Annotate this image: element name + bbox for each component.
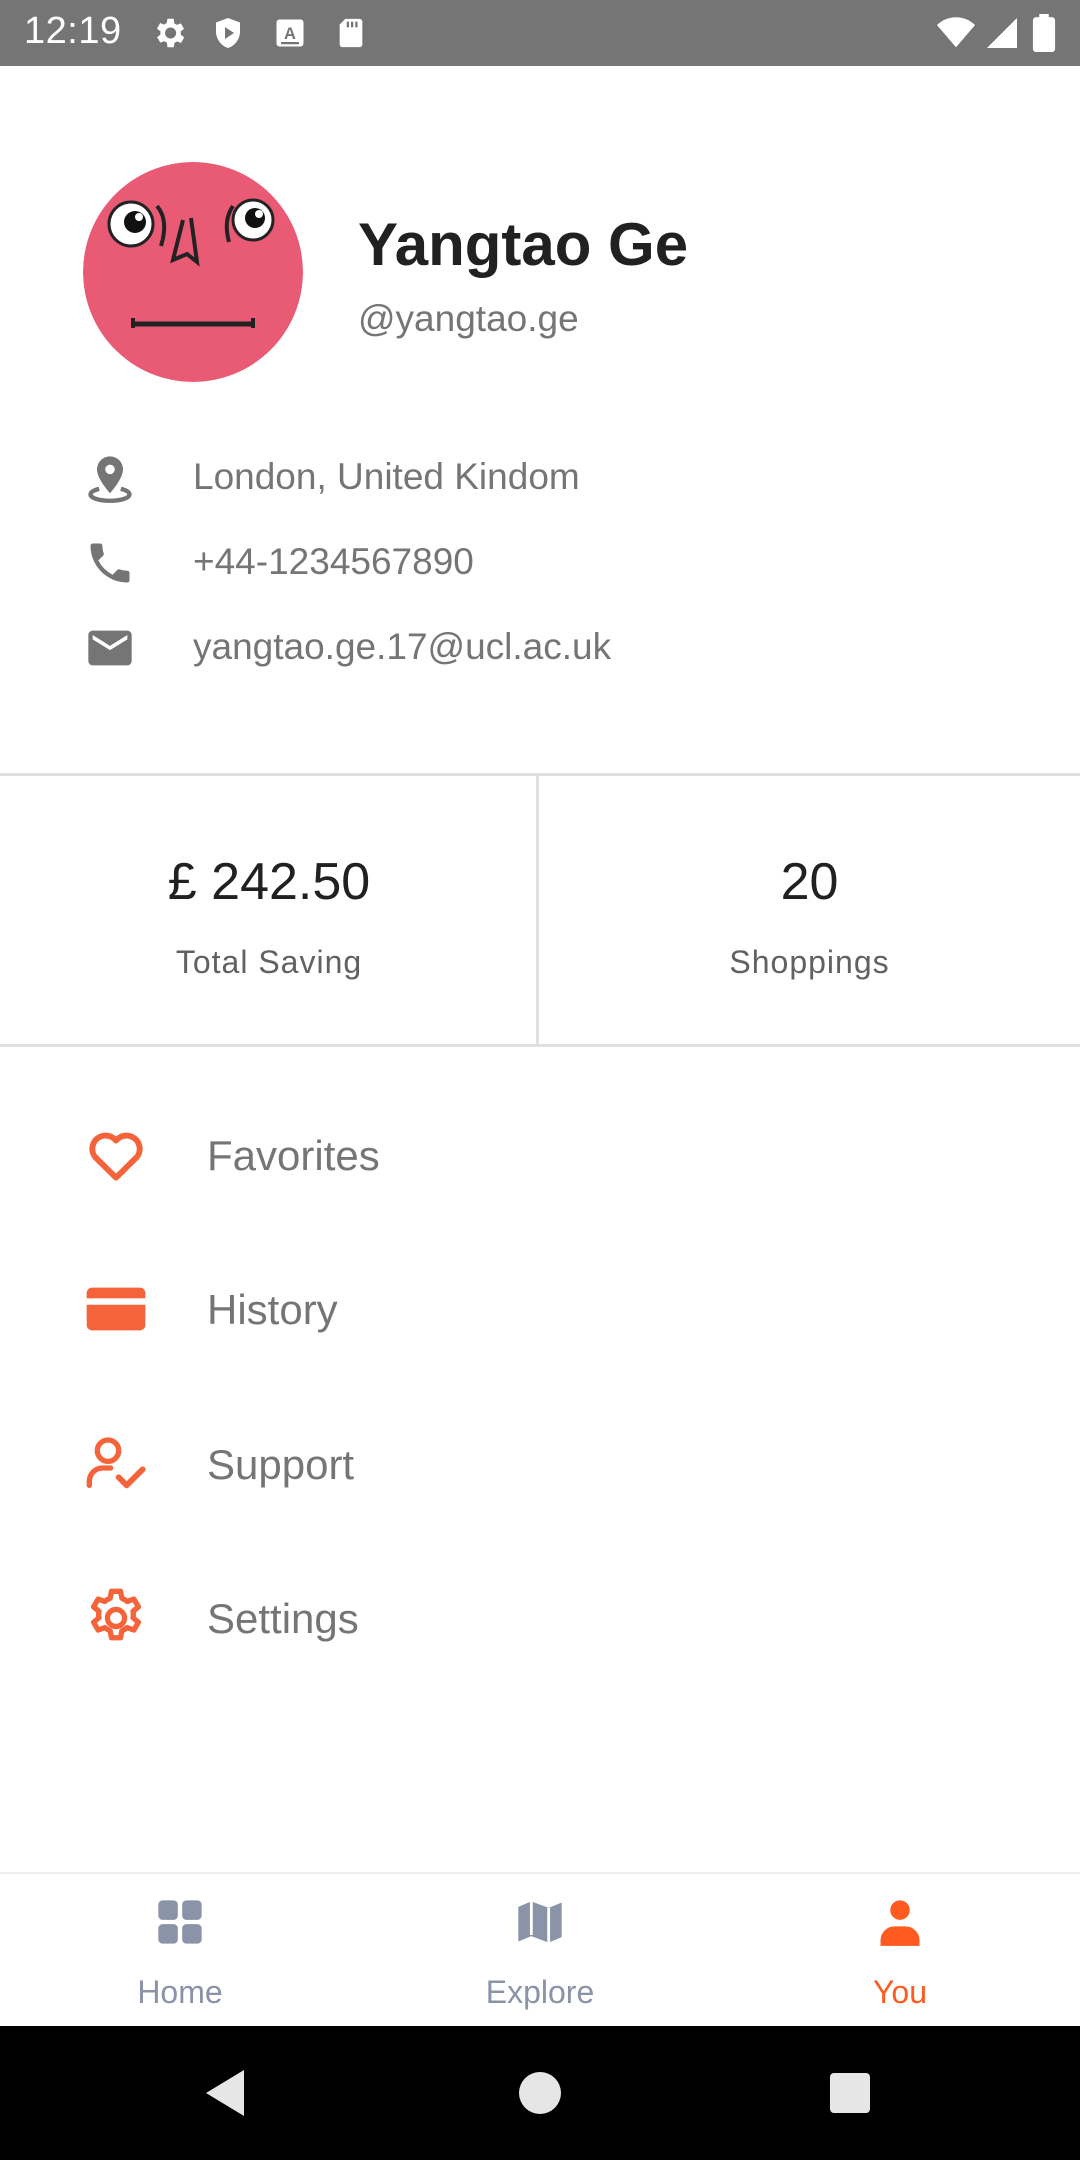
home-circle-icon[interactable] (480, 2026, 600, 2160)
nav-label: Explore (485, 1974, 595, 2010)
phone-icon (90, 543, 130, 583)
sd-card-icon (339, 18, 363, 48)
menu-label: History (207, 1286, 338, 1333)
battery-icon (1032, 14, 1056, 52)
menu-item-support[interactable]: Support (0, 1399, 1080, 1529)
nav-label: You (873, 1974, 927, 2010)
menu-label: Support (207, 1441, 355, 1488)
location-row: London, United Kindom (0, 444, 1080, 514)
stat-label: Shoppings (729, 944, 890, 980)
recents-square-icon[interactable] (790, 2026, 910, 2160)
profile-name: Yangtao Ge (358, 211, 689, 278)
nav-label: Home (137, 1974, 223, 2010)
menu-label: Settings (207, 1595, 359, 1642)
nav-you[interactable]: You (720, 1874, 1080, 2026)
nav-home[interactable]: Home (0, 1874, 360, 2026)
wifi-icon (937, 17, 975, 48)
profile-handle: @yangtao.ge (358, 298, 579, 339)
location-text: London, United Kindom (193, 456, 580, 497)
email-row[interactable]: yangtao.ge.17@ucl.ac.uk (0, 614, 1080, 684)
card-icon (86, 1287, 146, 1331)
status-bar: 12:19 A (0, 0, 1080, 66)
menu-label: Favorites (207, 1132, 380, 1179)
gear-icon (90, 1588, 142, 1641)
user-check-icon (86, 1437, 146, 1489)
signal-icon (987, 18, 1017, 48)
nav-explore[interactable]: Explore (360, 1874, 720, 2026)
font-icon: A (276, 19, 304, 47)
map-icon (518, 1901, 562, 1943)
stat-shoppings: 20 Shoppings (539, 776, 1080, 1044)
system-nav-bar (0, 2026, 1080, 2160)
avatar[interactable] (83, 162, 303, 382)
menu-item-settings[interactable]: Settings (0, 1553, 1080, 1683)
avatar-face-icon (83, 162, 303, 382)
svg-text:A: A (284, 25, 296, 43)
stat-total-saving: £ 242.50 Total Saving (0, 776, 538, 1044)
menu-item-favorites[interactable]: Favorites (0, 1090, 1080, 1220)
back-icon[interactable] (166, 2026, 286, 2160)
bottom-nav: Home Explore You (0, 1872, 1080, 2026)
phone-text[interactable]: +44-1234567890 (193, 541, 474, 583)
email-icon (88, 630, 132, 666)
gear-icon (156, 18, 185, 48)
status-time: 12:19 (24, 10, 122, 52)
grid-icon (158, 1900, 202, 1944)
person-icon (880, 1900, 920, 1946)
heart-icon (89, 1132, 143, 1181)
menu-item-history[interactable]: History (0, 1244, 1080, 1374)
stat-label: Total Saving (175, 944, 363, 980)
stat-value: 20 (780, 853, 839, 911)
stat-value: £ 242.50 (167, 853, 371, 911)
email-text[interactable]: yangtao.ge.17@ucl.ac.uk (193, 626, 611, 668)
shield-icon (216, 18, 240, 48)
location-pin-icon (88, 456, 132, 503)
stats-panel: £ 242.50 Total Saving 20 Shoppings (0, 773, 1080, 1047)
phone-row[interactable]: +44-1234567890 (0, 529, 1080, 599)
